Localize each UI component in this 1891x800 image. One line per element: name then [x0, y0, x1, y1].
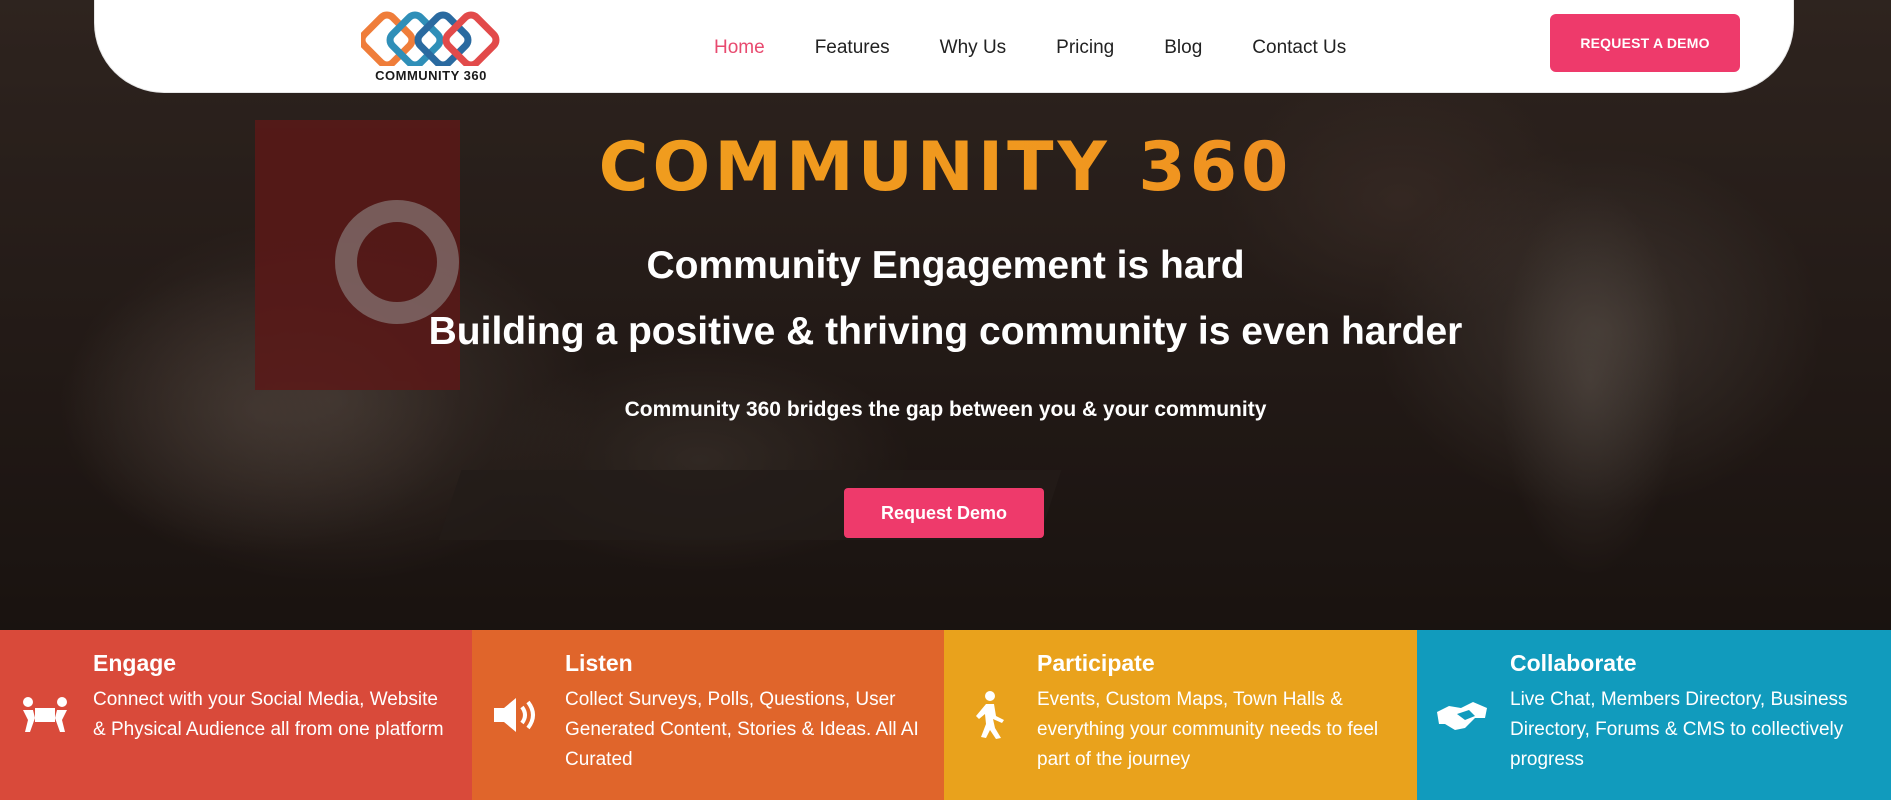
feature-title: Listen: [565, 650, 633, 676]
hero-headline-1: Community Engagement is hard: [646, 244, 1245, 287]
feature-strip: Engage Connect with your Social Media, W…: [0, 630, 1891, 800]
feature-description: Connect with your Social Media, Website …: [93, 689, 444, 740]
people-carry-icon: [23, 697, 67, 732]
nav-pricing[interactable]: Pricing: [1056, 36, 1114, 60]
feature-title: Collaborate: [1510, 650, 1637, 676]
feature-title: Participate: [1037, 650, 1155, 676]
feature-title: Engage: [93, 650, 177, 676]
feature-engage: Engage Connect with your Social Media, W…: [0, 630, 472, 800]
feature-description: Collect Surveys, Polls, Questions, User …: [565, 689, 919, 770]
logo-text: COMMUNITY 360: [375, 68, 487, 83]
nav-blog[interactable]: Blog: [1164, 36, 1202, 60]
nav-features[interactable]: Features: [815, 36, 890, 60]
request-a-demo-button[interactable]: REQUEST A DEMO: [1550, 14, 1740, 72]
feature-description: Live Chat, Members Directory, Business D…: [1510, 689, 1848, 770]
request-demo-button[interactable]: Request Demo: [844, 488, 1044, 538]
nav-why-us[interactable]: Why Us: [940, 36, 1007, 60]
main-navigation: Home Features Why Us Pricing Blog Contac…: [714, 36, 1346, 60]
chain-links-logo-icon: [358, 11, 500, 69]
handshake-icon: [1437, 702, 1487, 730]
hero-brand-title: COMMUNITY 360: [0, 128, 1891, 207]
nav-home[interactable]: Home: [714, 36, 765, 60]
walking-person-icon: [976, 691, 1004, 739]
feature-listen: Listen Collect Surveys, Polls, Questions…: [472, 630, 944, 800]
feature-description: Events, Custom Maps, Town Halls & everyt…: [1037, 689, 1379, 770]
nav-contact-us[interactable]: Contact Us: [1252, 36, 1346, 60]
speaker-icon: [494, 698, 535, 732]
hero-subheadline: Community 360 bridges the gap between yo…: [624, 398, 1267, 421]
hero-headline-2: Building a positive & thriving community…: [428, 310, 1463, 353]
feature-collaborate: Collaborate Live Chat, Members Directory…: [1417, 630, 1891, 800]
brand-logo[interactable]: COMMUNITY 360: [358, 10, 501, 86]
site-header: COMMUNITY 360 Home Features Why Us Prici…: [94, 0, 1794, 93]
feature-participate: Participate Events, Custom Maps, Town Ha…: [944, 630, 1417, 800]
